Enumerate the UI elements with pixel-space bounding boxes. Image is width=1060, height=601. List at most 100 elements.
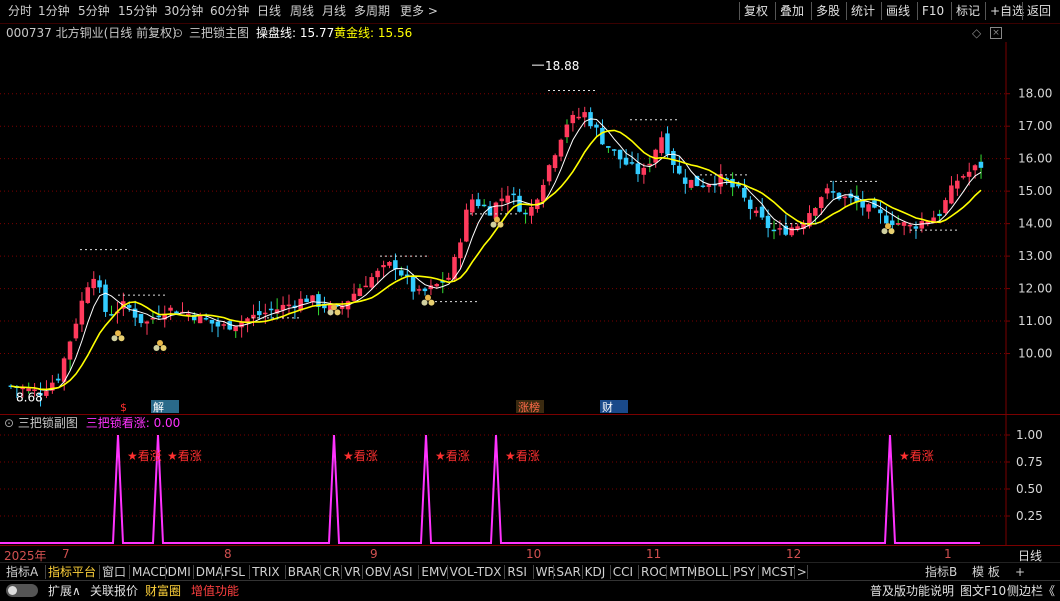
related-quote-button[interactable]: 关联报价 — [90, 583, 138, 599]
candle-body — [103, 284, 108, 312]
indicator-tab[interactable]: CR — [323, 564, 340, 580]
toggle-switch[interactable] — [6, 584, 38, 597]
overlay-button[interactable]: 叠加 — [775, 2, 808, 20]
indicator-tab[interactable]: TRIX — [252, 564, 279, 580]
price-tick-label: 12.00 — [1018, 282, 1052, 296]
candle-body — [682, 177, 688, 184]
collapse-icon[interactable]: ⊙ — [173, 24, 183, 42]
help-link[interactable]: 普及版功能说明 — [870, 583, 954, 599]
candle-body — [955, 180, 960, 189]
indicator-tab[interactable]: DMI — [168, 564, 191, 580]
candle-body — [499, 198, 505, 202]
period-30min[interactable]: 30分钟 — [164, 3, 203, 20]
sidebar-toggle[interactable]: 侧边栏《 — [1007, 583, 1055, 599]
candle-body — [907, 224, 913, 227]
indicator-tab[interactable]: CCI — [613, 564, 633, 580]
lock-signal-icon — [111, 330, 125, 342]
main-indicator-name[interactable]: 三把锁主图 — [189, 24, 249, 42]
candle-body — [824, 188, 830, 194]
indicator-tab[interactable]: 窗口 — [102, 564, 126, 580]
period-daily[interactable]: 日线 — [257, 3, 281, 20]
sub-axis-label: 0.75 — [1016, 455, 1043, 469]
candle-body — [889, 220, 895, 226]
multistock-button[interactable]: 多股 — [811, 2, 844, 20]
candle-body — [960, 176, 966, 178]
candle-body — [168, 307, 173, 311]
indicator-tab[interactable]: VR — [344, 564, 361, 580]
indicator-tab[interactable]: EMV — [421, 564, 447, 580]
expand-button[interactable]: 扩展∧ — [48, 583, 81, 599]
candle-body — [91, 278, 96, 289]
period-60min[interactable]: 60分钟 — [210, 3, 249, 20]
indicator-tab[interactable]: DMA — [196, 564, 224, 580]
signal-text: ★看涨 — [127, 448, 162, 463]
candle-body — [594, 124, 599, 128]
period-multi[interactable]: 多周期 — [354, 3, 390, 20]
candle-body — [109, 314, 114, 316]
fuquan-button[interactable]: 复权 — [739, 2, 772, 20]
indicator-tab-right[interactable]: 指标B — [925, 564, 957, 580]
tab-separator — [362, 565, 363, 579]
date-label: 10 — [526, 547, 542, 561]
candle-body — [393, 260, 398, 270]
tab-separator — [164, 565, 166, 579]
candle-body — [978, 161, 984, 168]
indicator-tab[interactable]: BRAR — [288, 564, 321, 580]
candle-body — [653, 149, 658, 163]
price-tick-label: 16.00 — [1018, 152, 1052, 166]
diamond-icon[interactable]: ◇ — [972, 24, 981, 42]
indicator-tab[interactable]: MACD — [132, 564, 168, 580]
period-fenshi[interactable]: 分时 — [8, 3, 32, 20]
candle-body — [529, 206, 534, 216]
indicator-tab-right[interactable]: 模 板 — [972, 564, 1000, 580]
indicator-tab-right[interactable]: + — [1015, 564, 1025, 580]
tab-separator — [446, 565, 448, 579]
date-label: 12 — [786, 547, 802, 561]
stats-button[interactable]: 统计 — [846, 2, 879, 20]
period-more[interactable]: 更多 > — [400, 3, 438, 20]
period-monthly[interactable]: 月线 — [322, 3, 346, 20]
indicator-tab[interactable]: ROC — [641, 564, 667, 580]
candle-body — [564, 124, 570, 138]
f10-button[interactable]: F10 — [917, 2, 948, 20]
period-1min[interactable]: 1分钟 — [38, 3, 70, 20]
indicator-tab[interactable]: FSL — [224, 564, 245, 580]
indicator-tab[interactable]: RSI — [507, 564, 527, 580]
indicator-tab[interactable]: MTM — [669, 564, 697, 580]
draw-button[interactable]: 画线 — [881, 2, 914, 20]
indicator-tab[interactable]: PSY — [733, 564, 755, 580]
value-added-button[interactable]: 增值功能 — [191, 583, 239, 599]
price-tick-label: 10.00 — [1018, 347, 1052, 361]
candle-body — [73, 323, 79, 339]
wealth-circle-button[interactable]: 财富圈 — [145, 583, 181, 599]
candle-body — [943, 200, 948, 213]
candle-body — [949, 185, 954, 204]
period-weekly[interactable]: 周线 — [290, 3, 314, 20]
candle-body — [552, 155, 558, 169]
mark-button[interactable]: 标记 — [951, 2, 984, 20]
indicator-tab[interactable]: KDJ — [585, 564, 606, 580]
indicator-tab[interactable]: ASI — [393, 564, 412, 580]
tab-separator — [390, 565, 392, 579]
period-15min[interactable]: 15分钟 — [118, 3, 157, 20]
cao-line-value: 操盘线: 15.77 — [256, 26, 335, 40]
period-5min[interactable]: 5分钟 — [78, 3, 110, 20]
indicator-tab[interactable]: SAR — [556, 564, 580, 580]
candle-body — [866, 204, 871, 212]
indicator-tab[interactable]: VOL-TDX — [450, 564, 502, 580]
candle-body — [600, 127, 605, 145]
candle-body — [700, 185, 706, 188]
f10-link[interactable]: 图文F10 — [960, 583, 1006, 599]
candle-body — [576, 116, 581, 119]
indicator-tab[interactable]: > — [797, 564, 807, 580]
back-button[interactable]: 返回 — [1022, 2, 1055, 20]
indicator-tab[interactable]: OBV — [365, 564, 391, 580]
tab-separator — [793, 565, 795, 579]
indicator-tab[interactable]: 指标A — [6, 564, 38, 580]
candle-body — [469, 199, 475, 213]
indicator-tab[interactable]: BOLL — [697, 564, 728, 580]
close-icon[interactable]: × — [990, 27, 1002, 39]
candle-body — [635, 163, 641, 175]
indicator-tab[interactable]: 指标平台 — [48, 564, 96, 580]
indicator-tab[interactable]: MCST — [761, 564, 795, 580]
